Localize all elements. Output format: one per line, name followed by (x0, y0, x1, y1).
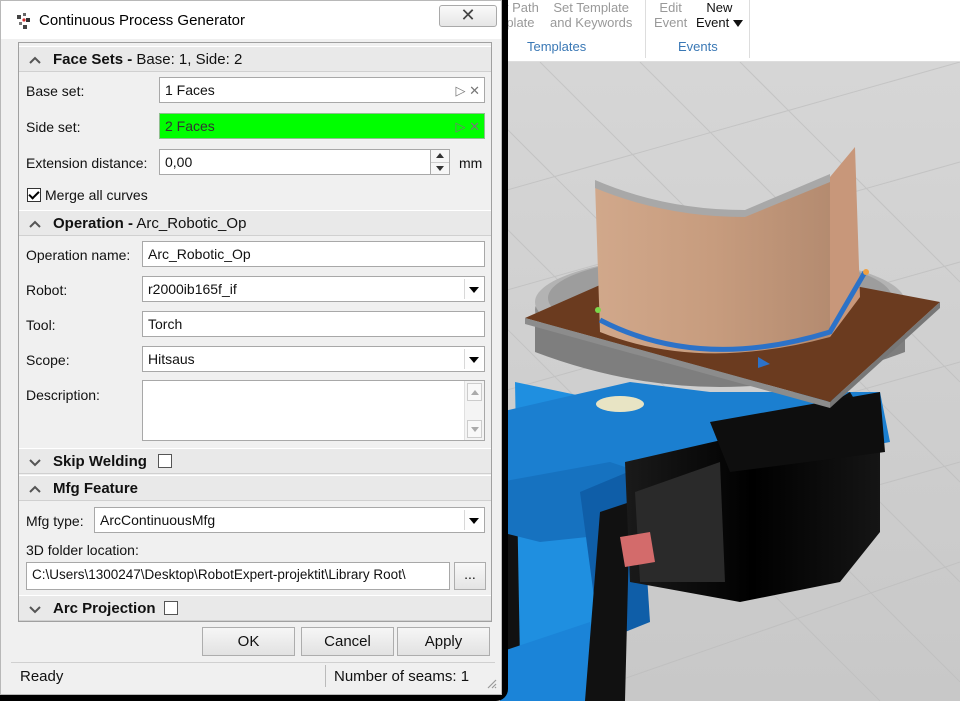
skip-welding-checkbox[interactable] (158, 454, 172, 468)
title-bar[interactable]: Continuous Process Generator ✕ (1, 1, 501, 39)
ribbon-btn-line: Event (696, 15, 730, 30)
side-set-value: 2 Faces (165, 118, 215, 134)
merge-all-curves-label: Merge all curves (45, 187, 148, 203)
field-actions: ▷ ✕ (455, 119, 480, 135)
base-set-label: Base set: (26, 83, 85, 99)
seam-count: Number of seams: 1 (334, 668, 470, 685)
cancel-button[interactable]: Cancel (301, 627, 394, 656)
mfg-type-select[interactable]: ArcContinuousMfg (94, 507, 485, 533)
ribbon-group-templates: Templates (527, 39, 587, 54)
chevron-up-icon (29, 56, 41, 64)
field-actions: ▷ ✕ (455, 83, 480, 99)
tool-input[interactable]: Torch (142, 311, 485, 337)
ribbon-btn-line: Set Template (553, 0, 630, 15)
description-scrollbar[interactable] (464, 381, 484, 440)
section-title: Mfg Feature (53, 480, 139, 497)
pick-icon[interactable]: ▷ (455, 83, 465, 98)
spin-up-icon[interactable] (431, 150, 449, 162)
dropdown-arrow-icon[interactable] (464, 279, 482, 299)
scope-label: Scope: (26, 352, 70, 368)
chevron-up-icon (29, 220, 41, 228)
ribbon-group-events: Events (678, 39, 718, 54)
description-label: Description: (26, 387, 100, 403)
window-title: Continuous Process Generator (39, 12, 245, 29)
ribbon-edit-event-button[interactable]: Edit Event (654, 0, 687, 30)
scope-value: Hitsaus (148, 351, 195, 367)
robot-value: r2000ib165f_if (148, 281, 237, 297)
ribbon: y Path plate Set Template and Keywords T… (500, 0, 960, 62)
section-title-text: Face Sets - (53, 51, 133, 68)
scope-select[interactable]: Hitsaus (142, 346, 485, 372)
spin-down-icon[interactable] (431, 162, 449, 174)
section-skip-welding-header[interactable]: Skip Welding (19, 448, 491, 474)
description-textarea[interactable] (142, 380, 485, 441)
extension-distance-spinner[interactable] (430, 149, 450, 175)
resize-grip-icon[interactable] (485, 677, 497, 689)
extension-unit: mm (459, 155, 483, 171)
mfg-type-value: ArcContinuousMfg (100, 512, 216, 528)
close-icon: ✕ (460, 5, 476, 25)
ribbon-new-event-button[interactable]: New Event (696, 0, 743, 30)
tool-label: Tool: (26, 317, 56, 333)
base-set-field[interactable]: 1 Faces ▷ ✕ (159, 77, 485, 103)
status-divider (325, 665, 326, 687)
3d-viewport[interactable] (500, 62, 960, 701)
side-set-field[interactable]: 2 Faces ▷ ✕ (159, 113, 485, 139)
ribbon-btn-line: Edit (659, 0, 682, 15)
robot-label: Robot: (26, 282, 68, 298)
arc-projection-checkbox[interactable] (164, 601, 178, 615)
continuous-process-generator-dialog: Continuous Process Generator ✕ Face Sets… (0, 0, 508, 701)
chevron-up-icon (29, 485, 41, 493)
base-set-value: 1 Faces (165, 82, 215, 98)
chevron-down-icon (29, 459, 41, 467)
ribbon-btn-line: and Keywords (550, 15, 633, 30)
robot-cell-3d-scene (500, 62, 960, 701)
side-set-label: Side set: (26, 119, 81, 135)
dropdown-arrow-icon (732, 19, 743, 27)
section-mfg-feature-header[interactable]: Mfg Feature (19, 475, 491, 501)
section-subtitle: Arc_Robotic_Op (133, 215, 247, 232)
ribbon-btn-line: Event (654, 15, 688, 30)
scroll-up-icon[interactable] (467, 383, 482, 401)
ribbon-set-template-button[interactable]: Set Template and Keywords (550, 0, 632, 30)
browse-folder-button[interactable]: ... (454, 562, 486, 590)
status-bar: Ready Number of seams: 1 (11, 662, 495, 690)
section-title: Skip Welding (53, 453, 147, 470)
extension-distance-label: Extension distance: (26, 155, 148, 171)
section-operation-header[interactable]: Operation - Arc_Robotic_Op (19, 210, 491, 236)
ribbon-separator (645, 0, 646, 58)
operation-name-input[interactable]: Arc_Robotic_Op (142, 241, 485, 267)
extension-distance-input[interactable]: 0,00 (159, 149, 431, 175)
section-subtitle: Base: 1, Side: 2 (132, 51, 243, 68)
section-title: Arc Projection (53, 600, 156, 617)
app-icon (17, 13, 30, 29)
dropdown-arrow-icon[interactable] (464, 510, 482, 530)
apply-button[interactable]: Apply (397, 627, 490, 656)
chevron-down-icon (29, 606, 41, 614)
section-title: Face Sets - Base: 1, Side: 2 (53, 51, 242, 68)
folder-location-label: 3D folder location: (26, 542, 139, 558)
clear-icon[interactable]: ✕ (469, 119, 480, 134)
section-title-text: Operation - (53, 215, 134, 232)
scroll-down-icon[interactable] (467, 420, 482, 438)
mfg-type-label: Mfg type: (26, 513, 84, 529)
dialog-panel: Face Sets - Base: 1, Side: 2 Base set: 1… (18, 42, 492, 622)
ribbon-separator (749, 0, 750, 58)
operation-name-label: Operation name: (26, 247, 131, 263)
clear-icon[interactable]: ✕ (469, 83, 480, 98)
section-arc-projection-header[interactable]: Arc Projection (19, 595, 491, 621)
ribbon-btn-line: New (706, 0, 733, 15)
pick-icon[interactable]: ▷ (455, 119, 465, 134)
section-title: Operation - Arc_Robotic_Op (53, 215, 246, 232)
robot-select[interactable]: r2000ib165f_if (142, 276, 485, 302)
status-text: Ready (20, 668, 64, 685)
dropdown-arrow-icon[interactable] (464, 349, 482, 369)
close-button[interactable]: ✕ (439, 5, 497, 27)
section-face-sets-header[interactable]: Face Sets - Base: 1, Side: 2 (19, 46, 491, 72)
merge-all-curves-checkbox[interactable] (27, 188, 41, 202)
ok-button[interactable]: OK (202, 627, 295, 656)
folder-location-input[interactable]: C:\Users\1300247\Desktop\RobotExpert-pro… (26, 562, 450, 590)
